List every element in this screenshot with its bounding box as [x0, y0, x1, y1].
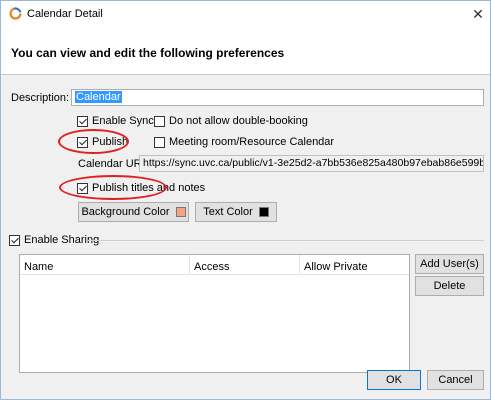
calendar-detail-window: Calendar Detail ✕ You can view and edit …	[0, 0, 491, 400]
checkbox-box	[77, 182, 88, 194]
sharing-group-divider	[88, 240, 484, 241]
close-icon[interactable]: ✕	[467, 3, 489, 25]
preferences-header: You can view and edit the following pref…	[1, 27, 490, 75]
description-input[interactable]: Calendar	[71, 89, 484, 106]
meeting-room-checkbox[interactable]: Meeting room/Resource Calendar	[154, 136, 334, 148]
checkbox-box	[154, 115, 165, 127]
description-label: Description:	[11, 92, 70, 104]
enable-sync-label: Enable Sync	[92, 115, 154, 127]
description-value: Calendar	[75, 91, 122, 103]
enable-sharing-checkbox[interactable]: Enable Sharing	[9, 234, 99, 246]
title-bar: Calendar Detail ✕	[1, 1, 490, 27]
meeting-room-label: Meeting room/Resource Calendar	[169, 136, 335, 148]
calendar-url-field[interactable]: https://sync.uvc.ca/public/v1-3e25d2-a7b…	[139, 155, 484, 172]
header-text: You can view and edit the following pref…	[11, 46, 285, 60]
enable-sync-checkbox[interactable]: Enable Sync	[77, 115, 154, 127]
checkbox-box	[9, 234, 20, 246]
publish-label: Publish	[92, 136, 129, 148]
column-header-allow-private[interactable]: Allow Private	[300, 255, 409, 275]
add-users-button[interactable]: Add User(s)	[415, 254, 484, 274]
publish-titles-label: Publish titles and notes	[92, 182, 206, 194]
background-color-swatch	[175, 207, 186, 217]
cancel-button[interactable]: Cancel	[427, 370, 484, 390]
column-header-name[interactable]: Name	[20, 255, 190, 275]
publish-checkbox[interactable]: Publish	[77, 136, 128, 148]
no-double-booking-label: Do not allow double-booking	[169, 115, 308, 127]
table-header-row: Name Access Allow Private	[20, 255, 409, 275]
text-color-swatch	[258, 207, 269, 217]
background-color-label: Background Color	[81, 206, 170, 218]
background-color-button[interactable]: Background Color	[78, 202, 189, 222]
checkbox-box	[77, 115, 88, 127]
text-color-label: Text Color	[203, 206, 253, 218]
checkbox-box	[154, 136, 165, 148]
publish-titles-checkbox[interactable]: Publish titles and notes	[77, 182, 205, 194]
ok-button[interactable]: OK	[367, 370, 421, 390]
calendar-url-value: https://sync.uvc.ca/public/v1-3e25d2-a7b…	[143, 157, 484, 169]
no-double-booking-checkbox[interactable]: Do not allow double-booking	[154, 115, 308, 127]
window-title: Calendar Detail	[27, 8, 103, 20]
column-header-access[interactable]: Access	[190, 255, 300, 275]
calendar-app-icon	[9, 7, 22, 20]
sharing-table[interactable]: Name Access Allow Private	[19, 254, 410, 373]
text-color-button[interactable]: Text Color	[195, 202, 277, 222]
checkbox-box	[77, 136, 88, 148]
delete-button[interactable]: Delete	[415, 276, 484, 296]
